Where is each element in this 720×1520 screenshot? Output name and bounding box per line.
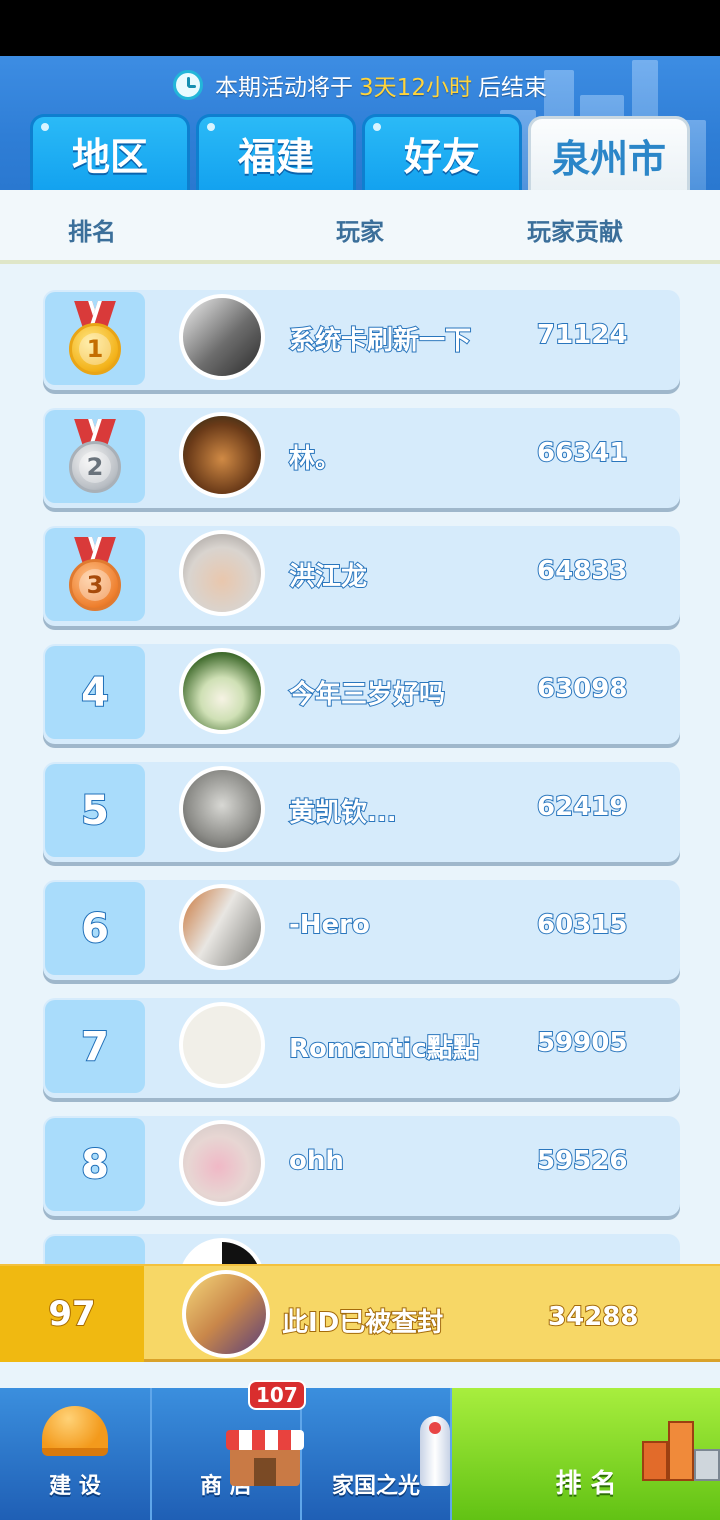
player-score: 63098 [536, 673, 628, 705]
my-ranking-row[interactable]: 97 此ID已被查封 34288 [0, 1264, 720, 1362]
clock-icon [173, 70, 204, 100]
event-countdown: 本期活动将于 3天12小时 后结束 [0, 68, 720, 102]
timer-prefix: 本期活动将于 [215, 75, 354, 101]
ranking-row[interactable]: 8 ohh 59526 [43, 1116, 680, 1216]
player-score: 66341 [536, 437, 628, 469]
ranking-row-partial[interactable] [43, 1234, 680, 1264]
status-bar [0, 0, 720, 56]
avatar[interactable] [179, 412, 265, 498]
nav-build[interactable]: 建 设 [0, 1388, 152, 1520]
tab-fujian[interactable]: 福建 [196, 114, 356, 190]
avatar[interactable] [179, 530, 265, 616]
rank-number: 6 [80, 905, 110, 953]
player-name: -Hero [288, 909, 371, 941]
helmet-icon [42, 1406, 108, 1456]
player-score: 71124 [536, 319, 628, 351]
nav-label: 建 设 [49, 1474, 101, 1499]
player-score: 59526 [536, 1145, 628, 1177]
nav-label: 排 名 [555, 1469, 617, 1499]
rank-number: 7 [80, 1023, 110, 1071]
nav-ranking[interactable]: 排 名 [452, 1388, 720, 1520]
ranking-row[interactable]: 1 系统卡刷新一下 71124 [43, 290, 680, 390]
column-contribution: 玩家贡献 [527, 218, 623, 246]
avatar[interactable] [179, 1238, 265, 1264]
ranking-row[interactable]: 5 黄凯钦... 62419 [43, 762, 680, 862]
timer-remaining: 3天12小时 [359, 75, 472, 101]
rank-number: 4 [80, 669, 110, 717]
player-name: 系统卡刷新一下 [288, 325, 472, 357]
ranking-list[interactable]: 1 系统卡刷新一下 71124 2 林。 66341 3 洪江龙 64833 4… [0, 264, 720, 1264]
ranking-row[interactable]: 6 -Hero 60315 [43, 880, 680, 980]
rank-cell: 4 [45, 646, 145, 739]
my-rank: 97 [0, 1266, 144, 1362]
avatar[interactable] [179, 1002, 265, 1088]
nav-label: 家国之光 [331, 1474, 420, 1499]
medal-number: 3 [79, 568, 111, 601]
avatar[interactable] [179, 884, 265, 970]
player-name: 洪江龙 [288, 561, 368, 593]
tab-label: 泉州市 [551, 137, 666, 181]
player-name: ohh [288, 1145, 345, 1177]
player-score: 60315 [536, 909, 628, 941]
avatar[interactable] [179, 1120, 265, 1206]
avatar[interactable] [179, 766, 265, 852]
rank-cell: 6 [45, 882, 145, 975]
rank-cell: 8 [45, 1118, 145, 1211]
ranking-row[interactable]: 3 洪江龙 64833 [43, 526, 680, 626]
rank-cell: 5 [45, 764, 145, 857]
medal-number: 2 [79, 450, 111, 483]
rank-number: 8 [80, 1141, 110, 1189]
player-name: 今年三岁好吗 [288, 679, 446, 711]
tab-label: 福建 [237, 135, 314, 179]
avatar[interactable] [179, 294, 265, 380]
ranking-row[interactable]: 4 今年三岁好吗 63098 [43, 644, 680, 744]
my-name: 此ID已被查封 [281, 1307, 444, 1339]
my-score: 34288 [547, 1301, 639, 1333]
region-tabs: 地区 福建 好友 泉州市 [30, 114, 700, 190]
rank-cell: 7 [45, 1000, 145, 1093]
header: 本期活动将于 3天12小时 后结束 地区 福建 好友 泉州市 [0, 56, 720, 190]
player-name: 林。 [288, 443, 342, 475]
rank-cell: 1 [45, 292, 145, 385]
rank-cell [45, 1236, 145, 1264]
player-score: 64833 [536, 555, 628, 587]
column-header: 排名 玩家 玩家贡献 [0, 190, 720, 264]
tab-quanzhou[interactable]: 泉州市 [528, 116, 690, 190]
podium-icon [642, 1411, 720, 1481]
silver-medal-icon: 2 [67, 419, 123, 495]
column-player: 玩家 [336, 218, 384, 246]
rank-cell: 2 [45, 410, 145, 503]
bronze-medal-icon: 3 [67, 537, 123, 613]
tab-label: 地区 [71, 135, 148, 179]
shop-notification-badge: 107 [248, 1380, 306, 1410]
my-avatar[interactable] [182, 1270, 270, 1358]
bottom-nav: 建 设 商 店 家国之光 排 名 [0, 1388, 720, 1520]
ranking-row[interactable]: 2 林。 66341 [43, 408, 680, 508]
player-score: 59905 [536, 1027, 628, 1059]
avatar[interactable] [179, 648, 265, 734]
column-rank: 排名 [68, 218, 116, 246]
ranking-row[interactable]: 7 Romantic點點 59905 [43, 998, 680, 1098]
rank-number: 5 [80, 787, 110, 835]
tab-region[interactable]: 地区 [30, 114, 190, 190]
nav-national-glory[interactable]: 家国之光 [302, 1388, 452, 1520]
medal-number: 1 [79, 332, 111, 365]
timer-suffix: 后结束 [477, 75, 547, 101]
tab-friends[interactable]: 好友 [362, 114, 522, 190]
shop-icon [226, 1430, 304, 1486]
player-score: 62419 [536, 791, 628, 823]
player-name: 黄凯钦... [288, 797, 398, 829]
tab-label: 好友 [403, 135, 480, 179]
rank-cell: 3 [45, 528, 145, 621]
rocket-icon [420, 1416, 450, 1486]
divider [0, 1362, 720, 1388]
player-name: Romantic點點 [288, 1033, 480, 1065]
gold-medal-icon: 1 [67, 301, 123, 377]
